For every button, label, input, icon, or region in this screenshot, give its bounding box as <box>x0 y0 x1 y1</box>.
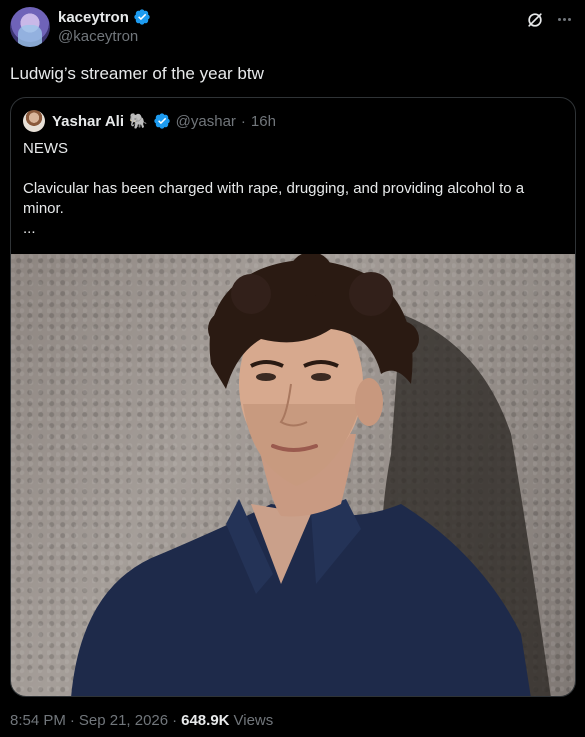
quoted-header: Yashar Ali 🐘 @yashar · 16h <box>23 110 276 132</box>
footer-dot: · <box>69 712 75 729</box>
quoted-tweet[interactable]: Yashar Ali 🐘 @yashar · 16h NEWS Clavicul… <box>10 97 576 697</box>
quoted-handle[interactable]: @yashar <box>176 113 236 130</box>
quoted-time[interactable]: 16h <box>251 113 276 130</box>
quoted-avatar[interactable] <box>23 110 45 132</box>
elephant-emoji: 🐘 <box>128 113 148 130</box>
quoted-image[interactable] <box>11 254 575 696</box>
quoted-separator: · <box>240 112 246 130</box>
verified-badge-icon <box>134 9 150 25</box>
post-date[interactable]: Sep 21, 2026 <box>79 712 168 729</box>
author-handle[interactable]: @kaceytron <box>58 28 138 45</box>
views-count[interactable]: 648.9K <box>181 712 229 729</box>
quoted-line-main: Clavicular has been charged with rape, d… <box>23 180 525 217</box>
tweet-footer: 8:54 PM · Sep 21, 2026 · 648.9K Views <box>10 712 273 729</box>
grok-icon[interactable] <box>525 10 545 30</box>
quoted-body: NEWS Clavicular has been charged with ra… <box>23 139 563 239</box>
author-name-row: kaceytron <box>58 8 151 26</box>
footer-dot: · <box>172 712 178 729</box>
more-icon[interactable] <box>553 8 575 30</box>
verified-badge-icon <box>153 113 170 129</box>
tweet-text: Ludwig’s streamer of the year btw <box>10 64 264 83</box>
quoted-line-news: NEWS <box>23 140 68 157</box>
author-display-name[interactable]: kaceytron <box>58 9 129 26</box>
quoted-line-ellipsis: ... <box>23 220 36 237</box>
views-label: Views <box>233 712 274 729</box>
author-avatar[interactable] <box>10 7 50 47</box>
post-time[interactable]: 8:54 PM <box>10 712 66 729</box>
tweet-header: kaceytron @kaceytron <box>10 6 575 50</box>
portrait-illustration <box>71 254 551 696</box>
quoted-display-name[interactable]: Yashar Ali <box>52 113 124 130</box>
